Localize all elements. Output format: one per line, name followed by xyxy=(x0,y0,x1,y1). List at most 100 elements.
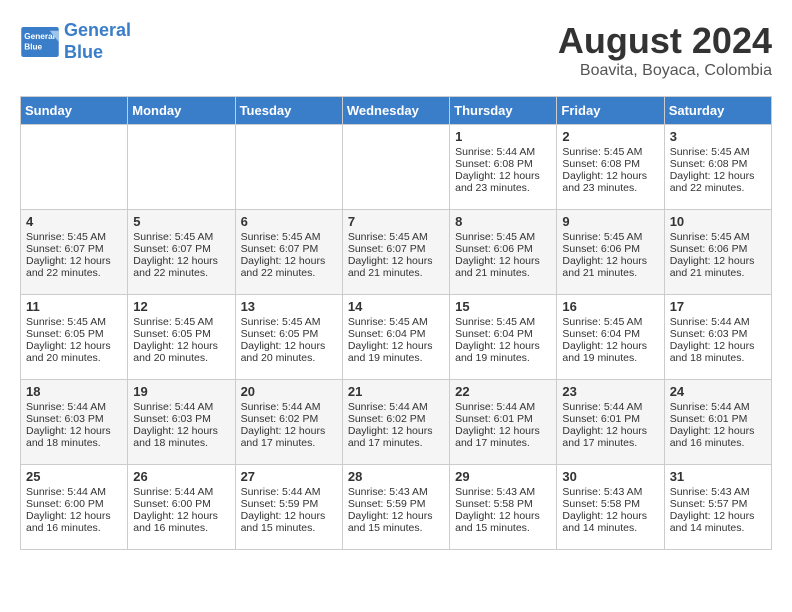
day-info: and 20 minutes. xyxy=(26,352,122,364)
day-info: Sunrise: 5:45 AM xyxy=(241,316,337,328)
day-info: and 19 minutes. xyxy=(455,352,551,364)
day-info: Daylight: 12 hours xyxy=(348,510,444,522)
day-info: Daylight: 12 hours xyxy=(241,510,337,522)
calendar-header-tuesday: Tuesday xyxy=(235,97,342,125)
day-number: 9 xyxy=(562,214,658,229)
day-info: Sunset: 6:04 PM xyxy=(455,328,551,340)
day-info: Sunrise: 5:45 AM xyxy=(348,231,444,243)
day-info: Daylight: 12 hours xyxy=(26,255,122,267)
day-info: and 21 minutes. xyxy=(348,267,444,279)
day-info: Sunrise: 5:45 AM xyxy=(670,146,766,158)
day-number: 12 xyxy=(133,299,229,314)
calendar-header-wednesday: Wednesday xyxy=(342,97,449,125)
calendar-cell: 4Sunrise: 5:45 AMSunset: 6:07 PMDaylight… xyxy=(21,210,128,295)
day-info: Sunset: 6:05 PM xyxy=(133,328,229,340)
day-info: and 18 minutes. xyxy=(26,437,122,449)
calendar-header-monday: Monday xyxy=(128,97,235,125)
day-number: 10 xyxy=(670,214,766,229)
svg-text:Blue: Blue xyxy=(24,42,42,51)
day-info: Sunrise: 5:45 AM xyxy=(455,316,551,328)
day-info: Daylight: 12 hours xyxy=(455,255,551,267)
day-info: Daylight: 12 hours xyxy=(670,340,766,352)
day-info: Daylight: 12 hours xyxy=(562,170,658,182)
calendar-cell: 13Sunrise: 5:45 AMSunset: 6:05 PMDayligh… xyxy=(235,295,342,380)
day-number: 5 xyxy=(133,214,229,229)
calendar-cell: 22Sunrise: 5:44 AMSunset: 6:01 PMDayligh… xyxy=(450,380,557,465)
calendar-cell: 25Sunrise: 5:44 AMSunset: 6:00 PMDayligh… xyxy=(21,465,128,550)
day-info: Sunrise: 5:43 AM xyxy=(670,486,766,498)
day-info: Daylight: 12 hours xyxy=(241,425,337,437)
day-info: Sunset: 6:01 PM xyxy=(670,413,766,425)
day-number: 2 xyxy=(562,129,658,144)
day-info: Sunrise: 5:45 AM xyxy=(26,316,122,328)
day-info: and 16 minutes. xyxy=(26,522,122,534)
calendar-header-friday: Friday xyxy=(557,97,664,125)
day-info: Sunset: 5:57 PM xyxy=(670,498,766,510)
day-info: Daylight: 12 hours xyxy=(241,340,337,352)
title-area: August 2024 Boavita, Boyaca, Colombia xyxy=(558,20,772,80)
day-info: Sunset: 6:04 PM xyxy=(562,328,658,340)
day-info: Daylight: 12 hours xyxy=(348,255,444,267)
day-info: Daylight: 12 hours xyxy=(562,255,658,267)
day-info: Sunrise: 5:45 AM xyxy=(455,231,551,243)
calendar-cell: 19Sunrise: 5:44 AMSunset: 6:03 PMDayligh… xyxy=(128,380,235,465)
calendar-cell: 24Sunrise: 5:44 AMSunset: 6:01 PMDayligh… xyxy=(664,380,771,465)
day-number: 20 xyxy=(241,384,337,399)
calendar-cell: 7Sunrise: 5:45 AMSunset: 6:07 PMDaylight… xyxy=(342,210,449,295)
day-info: and 14 minutes. xyxy=(670,522,766,534)
day-info: and 20 minutes. xyxy=(133,352,229,364)
day-info: Sunset: 6:02 PM xyxy=(241,413,337,425)
day-info: Sunset: 6:03 PM xyxy=(26,413,122,425)
day-info: Daylight: 12 hours xyxy=(455,170,551,182)
calendar-cell: 16Sunrise: 5:45 AMSunset: 6:04 PMDayligh… xyxy=(557,295,664,380)
day-info: Sunrise: 5:44 AM xyxy=(455,146,551,158)
calendar-cell: 10Sunrise: 5:45 AMSunset: 6:06 PMDayligh… xyxy=(664,210,771,295)
day-number: 23 xyxy=(562,384,658,399)
calendar-week-1: 1Sunrise: 5:44 AMSunset: 6:08 PMDaylight… xyxy=(21,125,772,210)
subtitle: Boavita, Boyaca, Colombia xyxy=(558,62,772,80)
calendar-cell: 5Sunrise: 5:45 AMSunset: 6:07 PMDaylight… xyxy=(128,210,235,295)
day-info: and 22 minutes. xyxy=(133,267,229,279)
day-info: and 16 minutes. xyxy=(133,522,229,534)
day-info: Sunset: 6:06 PM xyxy=(670,243,766,255)
day-info: and 23 minutes. xyxy=(455,182,551,194)
day-info: Sunset: 6:07 PM xyxy=(133,243,229,255)
calendar-cell: 11Sunrise: 5:45 AMSunset: 6:05 PMDayligh… xyxy=(21,295,128,380)
day-info: Sunrise: 5:44 AM xyxy=(241,486,337,498)
header: General Blue General Blue August 2024 Bo… xyxy=(20,20,772,80)
calendar-header-row: SundayMondayTuesdayWednesdayThursdayFrid… xyxy=(21,97,772,125)
day-info: Sunset: 6:03 PM xyxy=(133,413,229,425)
day-info: Sunrise: 5:45 AM xyxy=(133,231,229,243)
day-info: Sunset: 6:06 PM xyxy=(562,243,658,255)
calendar-cell: 17Sunrise: 5:44 AMSunset: 6:03 PMDayligh… xyxy=(664,295,771,380)
calendar-cell: 26Sunrise: 5:44 AMSunset: 6:00 PMDayligh… xyxy=(128,465,235,550)
calendar-week-2: 4Sunrise: 5:45 AMSunset: 6:07 PMDaylight… xyxy=(21,210,772,295)
day-number: 3 xyxy=(670,129,766,144)
day-number: 21 xyxy=(348,384,444,399)
day-info: and 21 minutes. xyxy=(670,267,766,279)
day-info: Sunset: 6:08 PM xyxy=(562,158,658,170)
day-number: 19 xyxy=(133,384,229,399)
day-number: 27 xyxy=(241,469,337,484)
day-info: and 21 minutes. xyxy=(562,267,658,279)
day-info: Sunrise: 5:45 AM xyxy=(670,231,766,243)
calendar-cell: 2Sunrise: 5:45 AMSunset: 6:08 PMDaylight… xyxy=(557,125,664,210)
calendar-cell: 28Sunrise: 5:43 AMSunset: 5:59 PMDayligh… xyxy=(342,465,449,550)
day-number: 31 xyxy=(670,469,766,484)
day-info: and 17 minutes. xyxy=(455,437,551,449)
day-number: 22 xyxy=(455,384,551,399)
day-info: Daylight: 12 hours xyxy=(562,425,658,437)
day-info: and 21 minutes. xyxy=(455,267,551,279)
day-info: Daylight: 12 hours xyxy=(26,340,122,352)
day-info: Sunset: 6:08 PM xyxy=(670,158,766,170)
calendar-week-5: 25Sunrise: 5:44 AMSunset: 6:00 PMDayligh… xyxy=(21,465,772,550)
day-info: Daylight: 12 hours xyxy=(348,425,444,437)
day-info: and 22 minutes. xyxy=(241,267,337,279)
day-info: Sunset: 6:07 PM xyxy=(348,243,444,255)
day-info: and 15 minutes. xyxy=(241,522,337,534)
day-info: Sunrise: 5:43 AM xyxy=(455,486,551,498)
calendar-cell: 1Sunrise: 5:44 AMSunset: 6:08 PMDaylight… xyxy=(450,125,557,210)
calendar-cell: 31Sunrise: 5:43 AMSunset: 5:57 PMDayligh… xyxy=(664,465,771,550)
day-info: Sunrise: 5:45 AM xyxy=(133,316,229,328)
day-info: Daylight: 12 hours xyxy=(133,425,229,437)
